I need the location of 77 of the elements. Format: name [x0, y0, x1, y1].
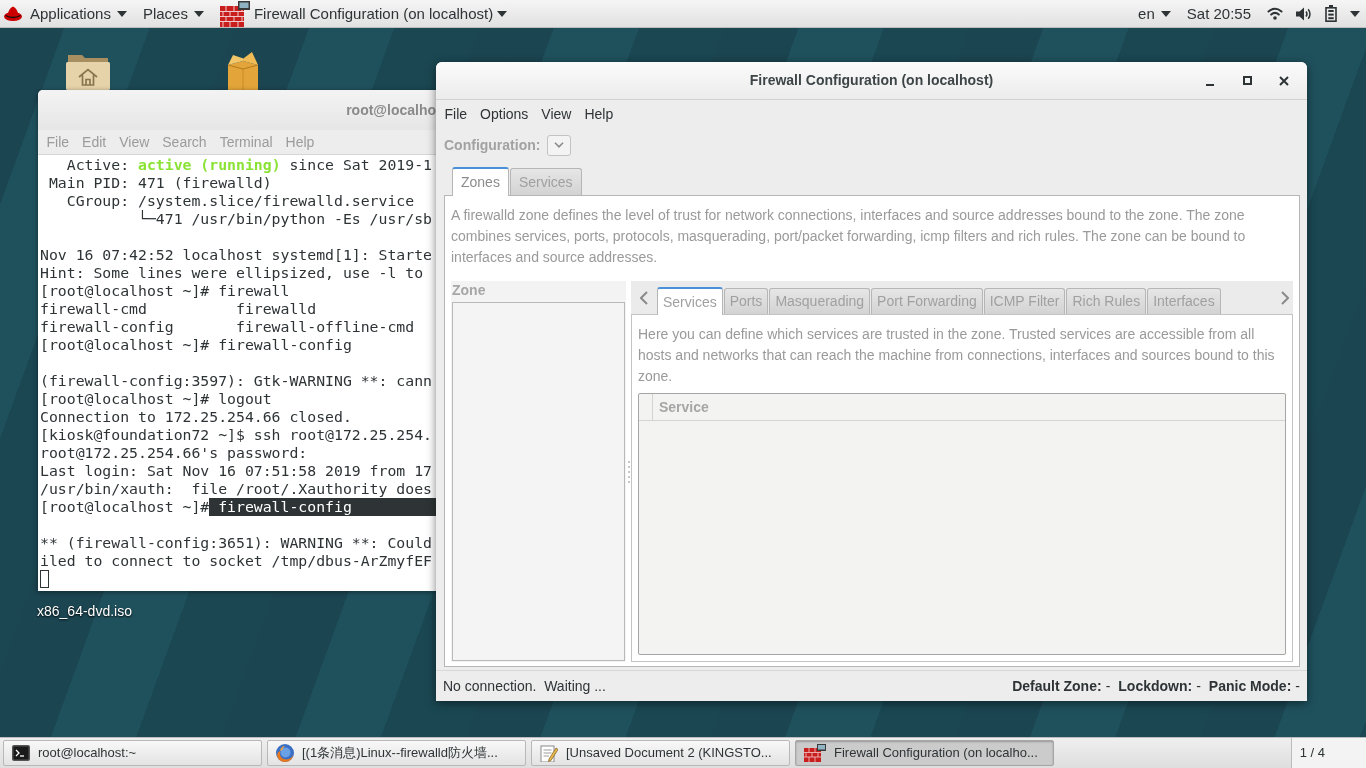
terminal-line: root@172.25.254.66's password: [40, 444, 309, 462]
taskbar-button[interactable]: [Unsaved Document 2 (KINGSTO... [531, 740, 790, 766]
volume-icon [1296, 6, 1312, 21]
globe-icon [276, 744, 294, 762]
workspace-indicator[interactable]: 1 / 4 [1290, 738, 1366, 768]
app-menu-button[interactable]: Firewall Configuration (on localhost) [211, 0, 516, 28]
desktop-icon-label[interactable]: x86_64-dvd.iso [37, 602, 132, 621]
terminal-line: Connection to 172.25.254.66 closed. [40, 408, 353, 426]
chevron-down-icon [554, 142, 565, 148]
list-header: Zone [451, 281, 487, 300]
top-bar-menu-button[interactable]: Places [134, 0, 212, 28]
zone-description: A firewalld zone defines the level of trust for network connections, interfaces and source addresses bound to the zone. The zone combines services, ports, protocols, masquerading, port/packet forwarding, icmp filters and rich rules. The zone can be bound to interfaces and source addresses. [451, 206, 1247, 267]
chevron-left-icon [640, 290, 648, 305]
menu-item[interactable]: View [534, 104, 578, 124]
caret-icon [116, 10, 127, 17]
menu-item[interactable]: Help [279, 132, 321, 152]
hat-logo-icon [4, 6, 22, 21]
status-message: No connection. Waiting ... [443, 676, 606, 696]
maximize-icon [1242, 76, 1252, 85]
terminal-line: Main PID: 471 (firewalld) [47, 174, 273, 192]
window-title: Firewall Configuration (on localhost) [749, 71, 994, 90]
notepad-icon [540, 744, 558, 762]
top-bar-menu-button[interactable]: Applications [22, 0, 135, 28]
terminal-line: Last login: Sat Nov 16 07:51:58 2019 from 17 [40, 462, 433, 480]
menu-item[interactable]: Terminal [213, 132, 280, 152]
configuration-label: Configuration: [444, 135, 541, 155]
menu-item[interactable]: File [40, 132, 76, 152]
menu-item[interactable]: View [112, 132, 156, 152]
terminal-line: ** (firewall-config:3651): WARNING **: Could [40, 534, 433, 552]
status-value: - [1295, 676, 1300, 696]
wifi-icon [1267, 7, 1283, 20]
status-value: - [1196, 676, 1201, 696]
terminal-line: iled to connect to socket /tmp/dbus-ArZmyfEF [40, 552, 433, 570]
menu-item[interactable]: Search [155, 132, 214, 152]
minimize-icon [1206, 83, 1214, 86]
terminal-line: └─471 /usr/bin/python -Es /usr/sb [137, 210, 433, 228]
caret-icon [1160, 10, 1171, 17]
brick-wall-icon [219, 0, 250, 27]
terminal-line: firewall-cmd firewalld [40, 300, 318, 318]
status-value: - [1105, 676, 1111, 696]
terminal-line: [kiosk@foundation72 ~]$ ssh root@172.25.254. [40, 426, 433, 444]
brick-wall-icon [804, 744, 826, 762]
input-source-button[interactable]: en [1130, 0, 1179, 28]
terminal-line: (firewall-config:3597): Gtk-WARNING **: cann [40, 372, 433, 390]
selected-text: firewall-config [209, 498, 436, 516]
caret-icon [193, 10, 204, 17]
terminal-line: /usr/bin/xauth: file /root/.Xauthority does [40, 480, 433, 498]
status-label: Panic Mode: [1208, 676, 1292, 696]
menu-item[interactable]: Help [577, 104, 620, 124]
terminal-line: firewall-config firewall-offline-cmd [40, 318, 416, 336]
taskbar-button[interactable]: Firewall Configuration (on localho... [795, 740, 1054, 766]
window-title: root@localho [346, 100, 436, 120]
clock-button[interactable]: Sat 20:55 [1178, 0, 1259, 28]
chevron-right-icon [1281, 290, 1289, 305]
terminal-icon [12, 745, 30, 761]
terminal-line: CGroup: /system.slice/firewalld.service [65, 192, 416, 210]
terminal-line: [root@localhost ~]# firewall-config [40, 336, 353, 354]
home-folder-icon[interactable] [66, 52, 110, 90]
status-label: Default Zone: [1012, 676, 1102, 696]
terminal-line: Nov 16 07:42:52 localhost systemd[1]: Starte [40, 246, 433, 264]
menu-item[interactable]: File [438, 104, 474, 124]
terminal-line: Active: active (running) since Sat 2019-1 [65, 156, 433, 174]
taskbar-button[interactable]: root@localhost:~ [3, 740, 262, 766]
close-icon [1279, 75, 1289, 86]
battery-icon [1325, 5, 1337, 22]
status-label: Lockdown: [1118, 676, 1193, 696]
taskbar-button[interactable]: [(1条消息)Linux--firewalld防火墙... [267, 740, 526, 766]
terminal-line: [root@localhost ~]# [40, 498, 210, 516]
terminal-line: [root@localhost ~]# firewall [40, 282, 291, 300]
caret-icon [497, 10, 508, 17]
caret-icon [1350, 10, 1360, 17]
menu-item[interactable]: Edit [75, 132, 113, 152]
terminal-line: Hint: Some lines were ellipsized, use -l to [40, 264, 425, 282]
tab-description: Here you can define which services are trusted in the zone. Trusted services are accessible from all hosts and networks that can reach the machine from connections, interfaces and sources bound to this zone. [638, 325, 1276, 386]
menu-item[interactable]: Options [473, 104, 535, 124]
terminal-line: [root@localhost ~]# logout [40, 390, 273, 408]
package-icon[interactable] [226, 52, 260, 90]
